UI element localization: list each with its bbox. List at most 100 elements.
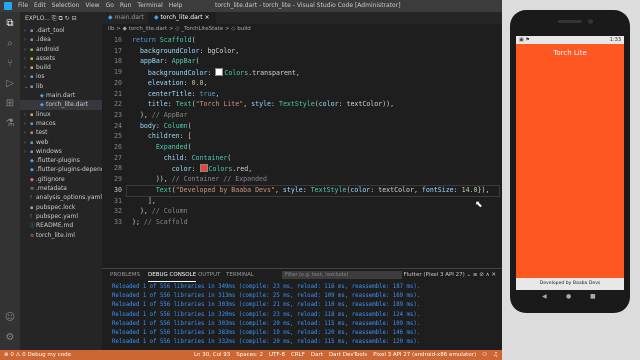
status-item[interactable]: Ln 30, Col 93	[194, 352, 230, 358]
menu-edit[interactable]: Edit	[34, 2, 46, 9]
torch-area[interactable]	[516, 62, 624, 278]
phone-screen: ▣ ⚑ 1:33 Torch Lite Developed by Baaba D…	[516, 36, 624, 290]
tree-item[interactable]: ! analysis_options.yaml	[20, 193, 102, 202]
code-token: ],	[132, 196, 156, 205]
run-debug-icon[interactable]: ▷	[4, 78, 16, 90]
code-token: Colors	[224, 69, 249, 78]
menu-terminal[interactable]: Terminal	[137, 2, 162, 9]
code-token: :	[183, 78, 192, 87]
status-item[interactable]: Pixel 3 API 27 (android-x86 emulator)	[373, 352, 476, 358]
tab-torch-lite-dart[interactable]: ◆ torch_lite.dart ×	[148, 12, 216, 24]
code-line[interactable]: Expanded(	[132, 143, 192, 151]
tree-item[interactable]: ▪ pubspec.lock	[20, 203, 102, 212]
tree-item-label: analysis_options.yaml	[36, 194, 102, 202]
code-line[interactable]: ); // Scaffold	[132, 218, 188, 226]
tree-item[interactable]: › ▪ macos	[20, 119, 102, 128]
tab-terminal[interactable]: TERMINAL	[226, 269, 254, 281]
status-item[interactable]: ⚇	[482, 352, 487, 358]
home-icon[interactable]: ●	[566, 290, 571, 304]
tree-item[interactable]: ≡ .metadata	[20, 184, 102, 193]
code-line[interactable]: backgroundColor: Colors.transparent,	[132, 68, 300, 77]
code-token: : textColor)),	[338, 100, 395, 109]
back-icon[interactable]: ◀	[542, 290, 547, 304]
code-line[interactable]: ), // AppBar	[132, 111, 188, 119]
tree-item[interactable]: ◆ main.dart	[20, 91, 102, 100]
tab-output[interactable]: OUTPUT	[198, 269, 220, 281]
status-item[interactable]: CRLF	[291, 352, 305, 358]
code-line[interactable]: color: Colors.red,	[132, 164, 252, 173]
tree-item[interactable]: ≡ torch_lite.iml	[20, 231, 102, 240]
tree-item[interactable]: ◆.flutter-plugins-depende...	[20, 165, 102, 174]
code-token: color	[350, 185, 371, 194]
tree-item[interactable]: ⓘREADME.md	[20, 221, 102, 230]
settings-gear-icon[interactable]: ⚙	[4, 332, 16, 344]
line-number: 17	[114, 46, 122, 55]
code-line[interactable]: centerTitle: true,	[132, 90, 220, 98]
status-item[interactable]: Spaces: 2	[236, 352, 263, 358]
code-line[interactable]: Text("Developed by Baaba Devs", style: T…	[132, 185, 490, 194]
tree-item[interactable]: ◆ .gitignore	[20, 175, 102, 184]
line-number: 32	[114, 207, 122, 216]
tree-item[interactable]: › ▪ ios	[20, 72, 102, 81]
code-token: elevation	[132, 78, 184, 87]
status-item[interactable]: Dart	[311, 352, 323, 358]
activity-bar: ⧉ ⌕ ⑂ ▷ ⊞ ⚗ ☺ ⚙	[0, 12, 20, 350]
tree-item[interactable]: › ▪ build	[20, 63, 102, 72]
testing-icon[interactable]: ⚗	[4, 118, 16, 130]
breadcrumb[interactable]: lib > ◆ torch_lite.dart > ◇ _TorchLiteSt…	[102, 24, 502, 34]
status-item[interactable]: UTF-8	[269, 352, 285, 358]
tree-item[interactable]: › ▪ assets	[20, 54, 102, 63]
code-line[interactable]: ), // Column	[132, 207, 188, 215]
line-number: 30	[114, 185, 122, 194]
code-line[interactable]: children: [	[132, 132, 192, 140]
code-token: )),	[132, 175, 172, 184]
status-item[interactable]: ♫	[493, 352, 498, 358]
menu-help[interactable]: Help	[169, 2, 183, 9]
tree-item[interactable]: › ▪ android	[20, 45, 102, 54]
search-icon[interactable]: ⌕	[4, 38, 16, 50]
debug-session-select[interactable]: Flutter (Pixel 3 API 27) ⌄ ≡ ⊘ ∧ ✕	[403, 269, 496, 281]
code-line[interactable]: title: Text("Torch Lite", style: TextSty…	[132, 100, 394, 108]
menu-go[interactable]: Go	[106, 2, 114, 9]
extensions-icon[interactable]: ⊞	[4, 98, 16, 110]
code-line[interactable]: appBar: AppBar(	[132, 57, 200, 65]
line-number: 22	[114, 100, 122, 109]
color-swatch-icon[interactable]	[199, 164, 208, 173]
tree-item[interactable]: › ▪ windows	[20, 147, 102, 156]
color-swatch-icon[interactable]	[215, 68, 224, 77]
vscode-logo-icon	[4, 2, 12, 10]
tree-item[interactable]: ! pubspec.yaml	[20, 212, 102, 221]
code-line[interactable]: child: Container(	[132, 154, 232, 162]
code-line[interactable]: return Scaffold(	[132, 36, 196, 44]
source-control-icon[interactable]: ⑂	[4, 58, 16, 70]
code-token: :	[207, 69, 216, 78]
status-item[interactable]: Dart DevTools	[329, 352, 367, 358]
tree-item[interactable]: › ▪ web	[20, 138, 102, 147]
recents-icon[interactable]: ■	[590, 290, 596, 304]
tab-main-dart[interactable]: ◆ main.dart	[102, 12, 150, 24]
tree-item[interactable]: › ▪ .idea	[20, 35, 102, 44]
menu-selection[interactable]: Selection	[52, 2, 80, 9]
console-line: Reloaded 1 of 556 libraries in 303ms (co…	[112, 320, 421, 327]
account-icon[interactable]: ☺	[4, 312, 16, 324]
tab-debug-console[interactable]: DEBUG CONSOLE	[148, 269, 197, 282]
explorer-icon[interactable]: ⧉	[4, 18, 16, 30]
tree-item[interactable]: › ▪ linux	[20, 110, 102, 119]
tree-item[interactable]: ⌄ ▪ lib	[20, 82, 102, 91]
code-line[interactable]: body: Column(	[132, 122, 192, 130]
menu-run[interactable]: Run	[120, 2, 132, 9]
code-line[interactable]: )), // Container // Expanded	[132, 175, 267, 183]
code-line[interactable]: backgroundColor: bgColor,	[132, 47, 239, 55]
menu-file[interactable]: File	[18, 2, 28, 9]
console-filter-input[interactable]: Filter (e.g. text, !exclude)	[282, 271, 402, 279]
tree-item[interactable]: ◆ torch_lite.dart	[20, 100, 102, 110]
code-line[interactable]: ],	[132, 197, 156, 205]
code-line[interactable]: elevation: 0.0,	[132, 78, 208, 87]
tab-problems[interactable]: PROBLEMS	[110, 269, 140, 281]
tree-item[interactable]: › ▪ .dart_tool	[20, 26, 102, 35]
editor-tabs: ◆ main.dart ◆ torch_lite.dart ×	[102, 12, 502, 24]
status-left[interactable]: ⊗ 0 ⚠ 0 Debug my code	[4, 350, 71, 360]
tree-item[interactable]: ◆ .flutter-plugins	[20, 156, 102, 165]
tree-item[interactable]: › ▪ test	[20, 128, 102, 137]
menu-view[interactable]: View	[85, 2, 99, 9]
